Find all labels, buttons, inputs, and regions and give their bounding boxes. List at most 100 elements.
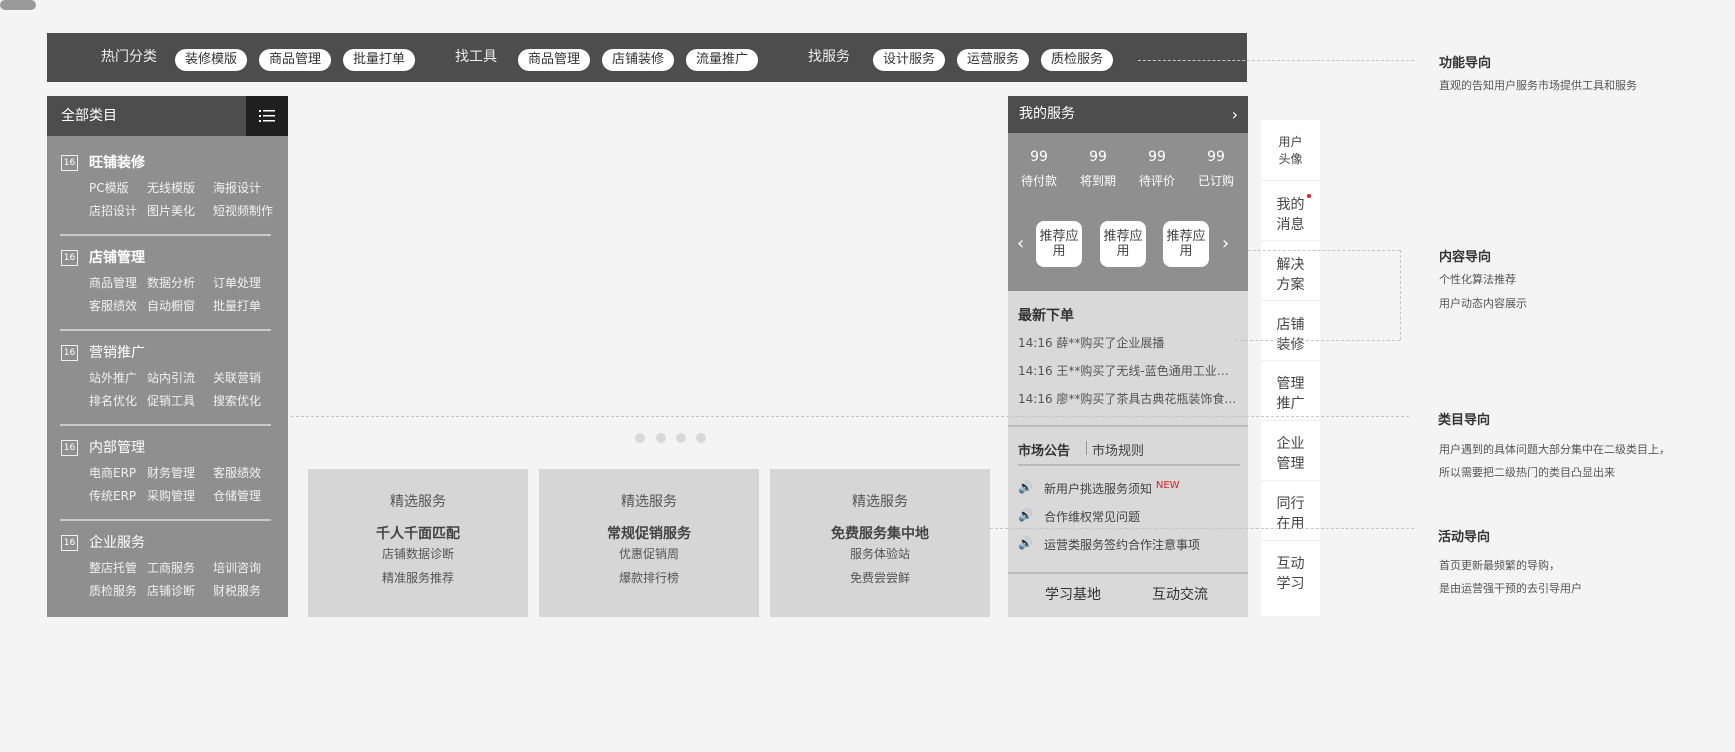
pill-store-decoration[interactable]: 店铺装修 [602,49,674,71]
latest-orders: 最新下单 14:16 薛**购买了企业展播 14:16 王**购买了无线-蓝色通… [1008,291,1248,425]
pill-tool-product-management[interactable]: 商品管理 [518,49,590,71]
find-tools-label: 找工具 [455,49,497,65]
subcategory-link[interactable]: 短视频制作 [213,202,273,219]
subcategory-link[interactable]: 图片美化 [147,202,195,219]
stat-number: 99 [1148,149,1166,165]
nav-item-store-decoration[interactable]: 店铺装修 [1261,315,1320,355]
my-service-panel: 我的服务 › 99 待付款 99 将到期 99 待评价 99 已订购 ‹ 推荐应… [1008,96,1248,617]
carousel-dot[interactable] [696,433,706,443]
subcategory-link[interactable]: 商品管理 [89,274,137,291]
subcategory-link[interactable]: 站内引流 [147,369,195,386]
pill-batch-print[interactable]: 批量打单 [343,49,415,71]
stat-number: 99 [1207,149,1225,165]
category-group-title[interactable]: 旺铺装修 [89,152,145,172]
category-group-title[interactable]: 营销推广 [89,342,145,362]
nav-item-learning[interactable]: 互动学习 [1261,554,1320,594]
stat-item[interactable]: 99 待评价 [1128,147,1186,191]
speaker-icon: 🔊 [1018,536,1033,550]
recommend-app-button[interactable]: 推荐应用 [1163,221,1209,267]
subcategory-link[interactable]: 站外推广 [89,369,137,386]
nav-divider [1261,300,1320,301]
pill-decoration-template[interactable]: 装修模版 [175,49,247,71]
notice-item[interactable]: 合作维权常见问题 [1044,508,1140,525]
nav-item-manage-promotion[interactable]: 管理推广 [1261,374,1320,414]
subcategory-link[interactable]: 促销工具 [147,392,195,409]
subcategory-link[interactable]: 搜索优化 [213,392,261,409]
carousel-dot-active[interactable] [0,0,36,10]
chevron-left-icon[interactable]: ‹ [1017,233,1024,254]
subcategory-link[interactable]: 客服绩效 [89,297,137,314]
find-services-label: 找服务 [808,49,850,65]
order-item: 14:16 薛**购买了企业展播 [1018,336,1165,350]
subcategory-link[interactable]: 店铺诊断 [147,582,195,599]
subcategory-link[interactable]: 客服绩效 [213,464,261,481]
annotation-title: 活动导向 [1438,530,1491,545]
tab-market-notice[interactable]: 市场公告 [1018,440,1070,459]
subcategory-link[interactable]: 传统ERP [89,487,136,504]
subcategory-link[interactable]: 排名优化 [89,392,137,409]
subcategory-link[interactable]: 财务管理 [147,464,195,481]
subcategory-link[interactable]: 工商服务 [147,559,195,576]
subcategory-link[interactable]: PC模版 [89,179,129,196]
featured-card[interactable]: 精选服务 千人千面匹配 店铺数据诊断 精准服务推荐 [308,469,528,617]
notice-item[interactable]: 新用户挑选服务须知 NEW [1044,480,1180,497]
category-group-title[interactable]: 内部管理 [89,437,145,457]
pill-inspection-service[interactable]: 质检服务 [1041,49,1113,71]
card-tag: 精选服务 [621,494,677,510]
interaction-link[interactable]: 互动交流 [1152,574,1208,617]
featured-card[interactable]: 精选服务 免费服务集中地 服务体验站 免费尝尝鲜 [770,469,990,617]
category-group-title[interactable]: 店铺管理 [89,247,145,267]
subcategory-link[interactable]: 仓储管理 [213,487,261,504]
pill-product-management[interactable]: 商品管理 [259,49,331,71]
recommend-app-button[interactable]: 推荐应用 [1036,221,1082,267]
annotation-line: 是由运营强干预的去引导用户 [1439,582,1582,595]
subcategory-link[interactable]: 质检服务 [89,582,137,599]
subcategory-link[interactable]: 培训咨询 [213,559,261,576]
subcategory-link[interactable]: 订单处理 [213,274,261,291]
market-notices: 市场公告 市场规则 🔊 新用户挑选服务须知 NEW 🔊 合作维权常见问题 🔊 运… [1008,427,1248,572]
subcategory-link[interactable]: 财税服务 [213,582,261,599]
stat-item[interactable]: 99 待付款 [1010,147,1068,191]
subcategory-link[interactable]: 采购管理 [147,487,195,504]
subcategory-link[interactable]: 整店托管 [89,559,137,576]
subcategory-link[interactable]: 批量打单 [213,297,261,314]
nav-divider [1261,480,1320,481]
carousel-dot[interactable] [656,433,666,443]
user-avatar[interactable]: 用户头像 [1261,134,1320,168]
nav-item-solutions[interactable]: 解决方案 [1261,255,1320,295]
annotation-title: 内容导向 [1439,250,1492,265]
category-divider [60,329,271,331]
list-menu-icon[interactable] [246,96,288,136]
subcategory-link[interactable]: 电商ERP [89,464,136,481]
pill-traffic-promotion[interactable]: 流量推广 [686,49,758,71]
carousel-dot[interactable] [676,433,686,443]
stat-item[interactable]: 99 已订购 [1187,147,1245,191]
nav-item-enterprise[interactable]: 企业管理 [1261,434,1320,474]
chevron-right-icon[interactable]: › [1232,96,1238,133]
card-title: 常规促销服务 [607,526,691,542]
subcategory-link[interactable]: 无线模版 [147,179,195,196]
subcategory-link[interactable]: 自动橱窗 [147,297,195,314]
featured-card[interactable]: 精选服务 常规促销服务 优惠促销周 爆款排行榜 [539,469,759,617]
subcategory-link[interactable]: 关联营销 [213,369,261,386]
subcategory-link[interactable]: 海报设计 [213,179,261,196]
notice-item[interactable]: 运营类服务签约合作注意事项 [1044,536,1200,553]
learning-base-link[interactable]: 学习基地 [1045,574,1101,617]
top-nav-bar: 热门分类 装修模版 商品管理 批量打单 找工具 商品管理 店铺装修 流量推广 找… [47,33,1247,82]
subcategory-link[interactable]: 店招设计 [89,202,137,219]
subcategory-link[interactable]: 数据分析 [147,274,195,291]
tab-market-rules[interactable]: 市场规则 [1092,440,1144,459]
pill-operation-service[interactable]: 运营服务 [957,49,1029,71]
service-header[interactable]: 我的服务 › [1008,96,1248,133]
stat-item[interactable]: 99 将到期 [1069,147,1127,191]
service-title: 我的服务 [1019,106,1075,122]
leader-line [291,416,1409,417]
pill-design-service[interactable]: 设计服务 [873,49,945,71]
nav-item-messages[interactable]: 我的消息 [1261,195,1320,235]
carousel-dot[interactable] [635,433,645,443]
category-group-title[interactable]: 企业服务 [89,532,145,552]
card-tag: 精选服务 [852,494,908,510]
chevron-right-icon[interactable]: › [1222,233,1229,254]
recommend-app-button[interactable]: 推荐应用 [1100,221,1146,267]
speaker-icon: 🔊 [1018,508,1033,522]
